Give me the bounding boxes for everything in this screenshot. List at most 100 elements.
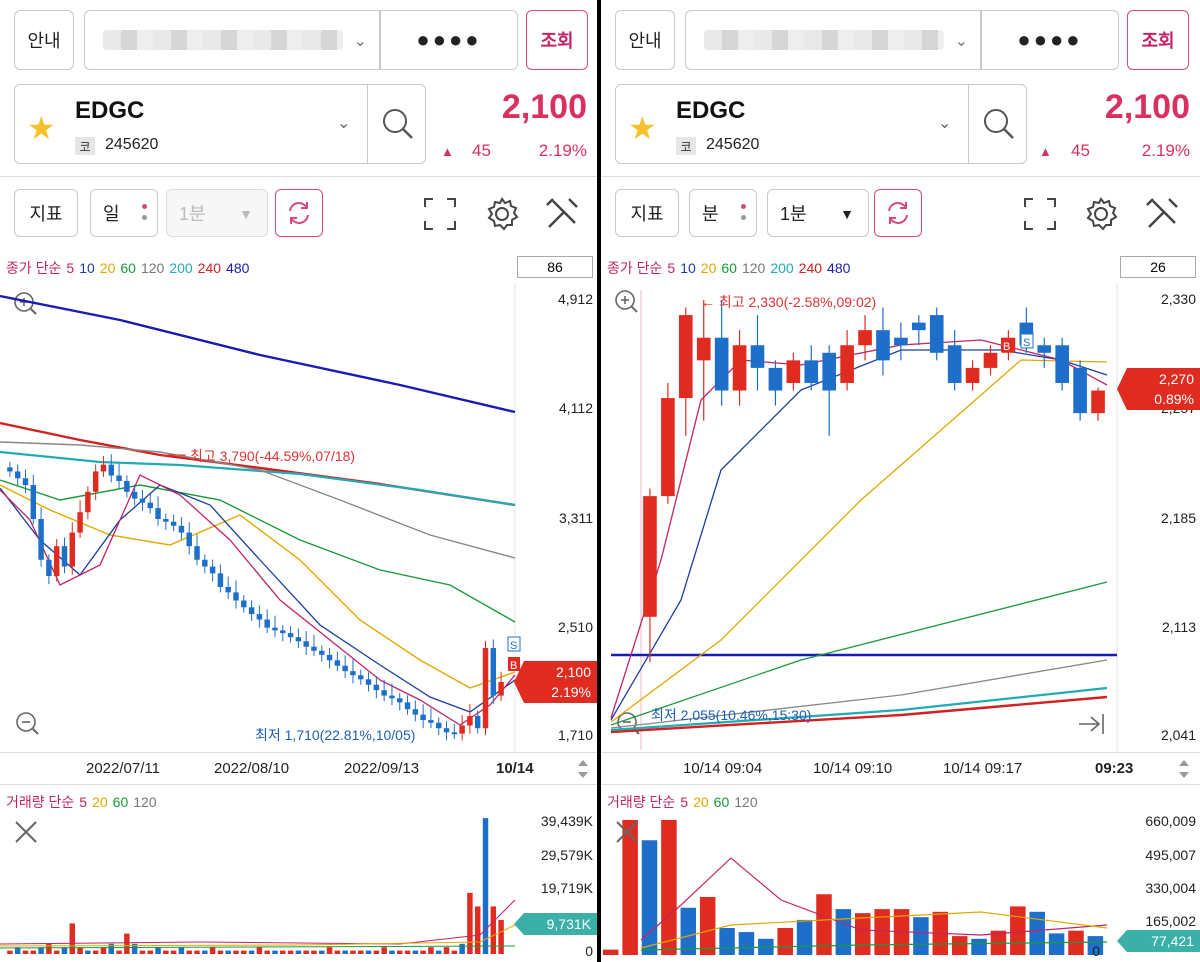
volume-legend: 거래량 단순 5 20 60 120 xyxy=(607,792,763,812)
candle-body xyxy=(786,360,801,383)
x-axis-last: 09:23 xyxy=(1095,760,1134,777)
volume-bar xyxy=(358,950,364,954)
y-axis-label: 4,912 xyxy=(557,291,593,307)
volume-bar xyxy=(443,947,450,954)
candle-body xyxy=(373,684,380,691)
divider xyxy=(0,752,597,753)
divider xyxy=(601,752,1200,753)
candle-body xyxy=(804,360,819,383)
volume-y-label: 495,007 xyxy=(1145,847,1196,863)
scroll-arrows-icon[interactable] xyxy=(1177,758,1191,780)
volume-bar xyxy=(178,947,185,954)
volume-bar xyxy=(100,947,107,954)
candle-body xyxy=(319,650,325,655)
volume-bar xyxy=(326,947,333,954)
volume-bar xyxy=(280,950,286,954)
volume-bar xyxy=(334,950,341,954)
candle-body xyxy=(256,614,263,620)
candle-body xyxy=(280,630,286,634)
candle-body xyxy=(428,720,434,723)
volume-bar xyxy=(855,913,871,955)
volume-bar xyxy=(373,950,380,954)
candle-body xyxy=(389,695,395,699)
volume-bar xyxy=(53,950,60,954)
volume-bar xyxy=(397,950,403,954)
price-chart[interactable]: SB xyxy=(0,0,597,962)
volume-bar xyxy=(69,923,76,954)
candle-body xyxy=(1091,390,1105,414)
volume-bar xyxy=(319,950,325,954)
volume-bar xyxy=(202,950,208,954)
volume-bar xyxy=(241,950,247,954)
divider xyxy=(601,784,1200,785)
candle-body xyxy=(14,471,21,479)
volume-bar xyxy=(311,950,317,954)
volume-bar xyxy=(474,906,481,954)
candle-body xyxy=(7,467,13,472)
volume-bar xyxy=(209,947,216,954)
current-price-tag: 2,270 0.89% xyxy=(1117,368,1200,410)
x-axis-last: 10/14 xyxy=(496,760,534,777)
volume-bar xyxy=(435,950,442,954)
daily-chart-panel: 안내 ⌄ ●●●● 조회 ★ EDGC 코 245620 ⌄ 2,100 ▲ 4… xyxy=(0,0,597,962)
candle-body xyxy=(381,690,387,696)
candle-body xyxy=(894,337,908,346)
low-annotation: 최저 1,710(22.81%,10/05) xyxy=(255,727,416,743)
x-axis-label: 10/14 09:04 xyxy=(683,760,763,777)
volume-legend: 거래량 단순 5 20 60 120 xyxy=(6,792,162,812)
candle-body xyxy=(1073,367,1087,414)
plot-area xyxy=(0,282,515,750)
price-chart[interactable]: BS xyxy=(601,0,1200,962)
volume-y-label: 330,004 xyxy=(1145,880,1196,896)
candle-body xyxy=(498,682,504,696)
price-tag-value: 2,270 xyxy=(1158,371,1194,387)
volume-bar xyxy=(777,928,793,955)
candle-body xyxy=(858,330,872,346)
y-axis-label: 1,710 xyxy=(557,727,593,743)
volume-bar xyxy=(971,938,987,955)
candle-body xyxy=(840,345,854,383)
y-axis-label: 3,311 xyxy=(559,510,593,526)
volume-y-label: 0 xyxy=(585,943,593,959)
candle-body xyxy=(443,728,450,733)
candle-body xyxy=(714,337,729,391)
candle-body xyxy=(397,698,403,703)
candle-body xyxy=(194,546,200,560)
x-axis-label: 10/14 09:17 xyxy=(943,760,1023,777)
legend-head: 거래량 단순 xyxy=(607,794,676,810)
volume-bar xyxy=(365,950,372,954)
volume-tag: 9,731K xyxy=(514,913,597,935)
candle-body xyxy=(139,498,146,503)
legend-head: 거래량 단순 xyxy=(6,794,75,810)
volume-bar xyxy=(835,909,852,955)
candle-body xyxy=(768,367,783,391)
volume-bar xyxy=(22,950,29,954)
candle-body xyxy=(365,679,372,685)
legend-period-120: 120 xyxy=(734,794,758,810)
volume-bar xyxy=(155,947,161,954)
volume-bar xyxy=(170,950,177,954)
volume-bar xyxy=(225,950,231,954)
legend-period-120: 120 xyxy=(133,794,157,810)
price-tag-percent: 0.89% xyxy=(1154,391,1194,407)
candle-body xyxy=(233,592,239,601)
high-annotation: 최고 3,790(-44.59%,07/18) xyxy=(190,448,356,464)
candle-body xyxy=(178,525,185,533)
candle-body xyxy=(131,491,138,499)
scroll-arrows-icon[interactable] xyxy=(576,758,590,780)
volume-bar xyxy=(295,950,302,954)
candle-body xyxy=(209,566,216,574)
candle-body xyxy=(342,665,348,672)
volume-bar xyxy=(719,928,735,955)
candle-body xyxy=(186,532,192,547)
volume-bar xyxy=(428,947,434,954)
candle-body xyxy=(92,471,99,492)
volume-bar xyxy=(139,950,146,954)
volume-bar xyxy=(381,947,387,954)
volume-bar xyxy=(389,950,395,954)
volume-y-label: 0 xyxy=(1092,943,1100,959)
candle-body xyxy=(38,518,44,560)
volume-y-label: 39,439K xyxy=(540,813,593,829)
volume-bar xyxy=(217,950,224,954)
volume-bar xyxy=(350,950,356,954)
